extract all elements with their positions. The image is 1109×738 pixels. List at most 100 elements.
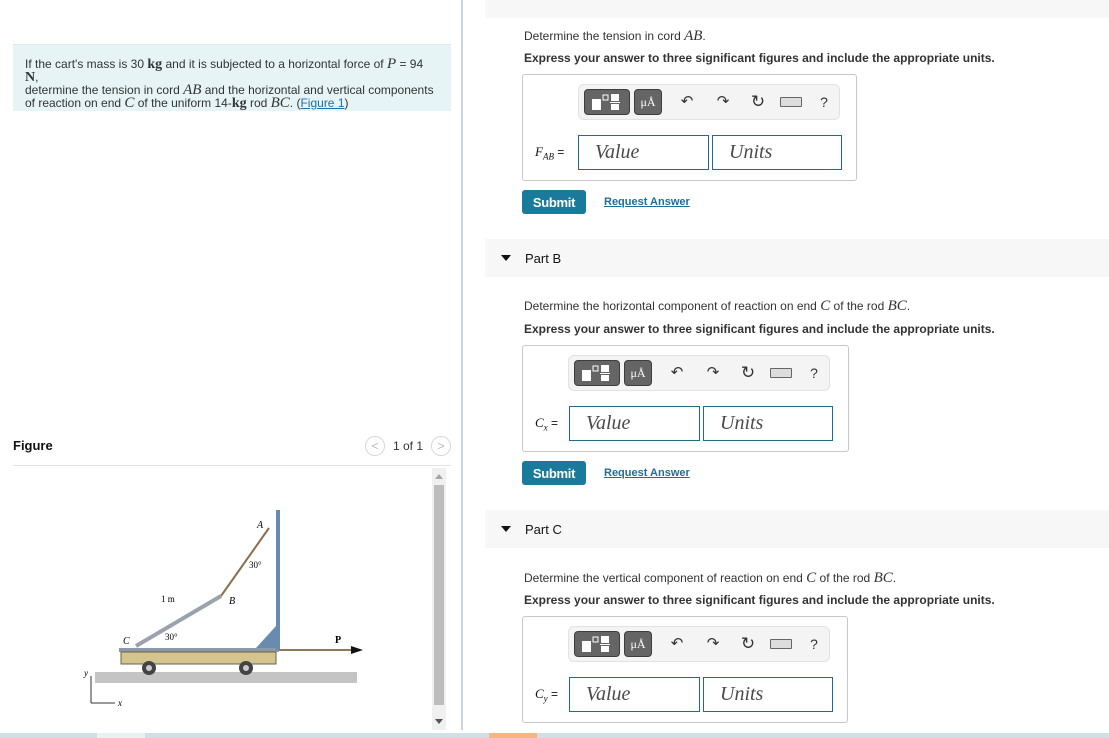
- submit-button[interactable]: Submit: [522, 190, 586, 214]
- progress-segment[interactable]: [97, 733, 145, 738]
- question-text: Determine the tension in cord: [524, 29, 685, 43]
- mast-brace: [256, 626, 276, 648]
- keyboard-icon[interactable]: [780, 97, 802, 107]
- part-label[interactable]: Part B: [525, 251, 561, 266]
- redo-icon[interactable]: ↷: [704, 364, 722, 382]
- keyboard-icon[interactable]: [770, 639, 792, 649]
- units-button[interactable]: μÅ: [624, 360, 652, 386]
- eq-sub: AB: [542, 151, 554, 162]
- page-indicator: 1 of 1: [392, 439, 423, 453]
- force-arrow: [351, 646, 363, 654]
- math-var: C: [806, 570, 817, 586]
- templates-icon: [582, 365, 610, 381]
- request-answer-link[interactable]: Request Answer: [604, 196, 690, 208]
- value-input[interactable]: [569, 677, 700, 712]
- cart-body: [120, 651, 277, 665]
- question-text: Determine the vertical component of reac…: [524, 571, 807, 585]
- templates-button[interactable]: [574, 631, 620, 657]
- problem-text: = 94: [396, 57, 424, 71]
- label-p: P: [335, 635, 341, 646]
- keyboard-icon[interactable]: [770, 368, 792, 378]
- value-input[interactable]: [569, 406, 700, 441]
- undo-icon[interactable]: ↶: [668, 364, 686, 382]
- label-c: C: [123, 636, 130, 647]
- help-icon[interactable]: ?: [815, 93, 833, 111]
- units-input[interactable]: [712, 135, 842, 170]
- reset-icon[interactable]: ↻: [749, 93, 767, 111]
- part-label[interactable]: Part C: [525, 522, 562, 537]
- submit-button[interactable]: Submit: [522, 461, 586, 485]
- part-a-answer-box: μÅ ↶ ↷ ↻ ? FAB =: [522, 74, 857, 181]
- templates-icon: [582, 636, 610, 652]
- undo-icon[interactable]: ↶: [668, 635, 686, 653]
- part-c-instruction: Express your answer to three significant…: [524, 593, 995, 607]
- scroll-up-arrow-icon[interactable]: [435, 474, 443, 479]
- scroll-thumb[interactable]: [434, 485, 444, 705]
- redo-icon[interactable]: ↷: [714, 93, 732, 111]
- caret-down-icon[interactable]: [501, 526, 511, 532]
- reset-icon[interactable]: ↻: [739, 364, 757, 382]
- eq-var: C: [535, 415, 544, 430]
- figure-area: A B C P 30° 30° 1 m y x: [13, 468, 432, 730]
- help-icon[interactable]: ?: [805, 635, 823, 653]
- math-toolbar: μÅ ↶ ↷ ↻ ?: [568, 355, 830, 391]
- units-input[interactable]: [703, 677, 833, 712]
- figure-scrollbar[interactable]: [432, 468, 446, 730]
- part-c-header[interactable]: Part C: [485, 510, 1109, 548]
- eq-var: C: [535, 686, 544, 701]
- label-axis-x: x: [117, 698, 122, 708]
- templates-button[interactable]: [574, 360, 620, 386]
- units-button[interactable]: μÅ: [624, 631, 652, 657]
- reset-icon[interactable]: ↻: [739, 635, 757, 653]
- math-toolbar: μÅ ↶ ↷ ↻ ?: [578, 84, 840, 120]
- ground: [95, 672, 357, 683]
- math-var: BC: [873, 570, 893, 586]
- units-button[interactable]: μÅ: [634, 89, 662, 115]
- value-input[interactable]: [578, 135, 709, 170]
- mast: [276, 510, 280, 650]
- eq-sign: =: [547, 416, 559, 430]
- help-icon[interactable]: ?: [805, 364, 823, 382]
- units-input[interactable]: [703, 406, 833, 441]
- math-var: C: [820, 298, 831, 314]
- chevron-left-icon[interactable]: <: [364, 436, 385, 456]
- request-answer-link[interactable]: Request Answer: [604, 467, 690, 479]
- part-c-answer-box: μÅ ↶ ↷ ↻ ? Cy =: [522, 616, 848, 723]
- question-text: .: [906, 299, 911, 313]
- equation-label: Cy =: [535, 686, 558, 704]
- undo-icon[interactable]: ↶: [678, 93, 696, 111]
- math-var: P: [386, 56, 397, 72]
- question-text: of the rod: [830, 299, 888, 313]
- label-axis-y: y: [83, 668, 88, 678]
- part-b-instruction: Express your answer to three significant…: [524, 322, 995, 336]
- problem-text: and it is subjected to a horizontal forc…: [162, 57, 387, 71]
- problem-text: . (: [289, 96, 301, 110]
- label-b: B: [229, 596, 235, 607]
- problem-text: ): [344, 96, 349, 110]
- equation-label: FAB =: [535, 144, 564, 162]
- figure-header: Figure < 1 of 1 >: [13, 436, 451, 466]
- problem-text: and the horizontal and vertical componen…: [201, 83, 434, 97]
- problem-text: ,: [35, 70, 39, 84]
- math-var: BC: [887, 298, 907, 314]
- chevron-right-icon[interactable]: >: [431, 436, 451, 456]
- part-c-question: Determine the vertical component of reac…: [524, 570, 896, 587]
- unit: kg: [231, 96, 247, 111]
- templates-button[interactable]: [584, 89, 630, 115]
- scroll-down-arrow-icon[interactable]: [435, 719, 443, 724]
- redo-icon[interactable]: ↷: [704, 635, 722, 653]
- problem-text: rod: [246, 96, 271, 110]
- label-length: 1 m: [161, 594, 175, 604]
- problem-statement: If the cart's mass is 30 kg and it is su…: [13, 44, 451, 111]
- figure-link[interactable]: Figure 1: [300, 96, 344, 110]
- math-var: BC: [270, 95, 290, 111]
- progress-segment-active[interactable]: [489, 733, 537, 738]
- caret-down-icon[interactable]: [501, 255, 511, 261]
- part-b-header[interactable]: Part B: [485, 239, 1109, 277]
- right-pane: Determine the tension in cord AB. Expres…: [463, 0, 1109, 738]
- problem-text: If the cart's mass is 30: [25, 57, 148, 71]
- problem-text: of reaction on end: [25, 96, 125, 110]
- question-text: .: [892, 571, 897, 585]
- label-angle-top: 30°: [249, 560, 262, 570]
- templates-icon: [592, 94, 620, 110]
